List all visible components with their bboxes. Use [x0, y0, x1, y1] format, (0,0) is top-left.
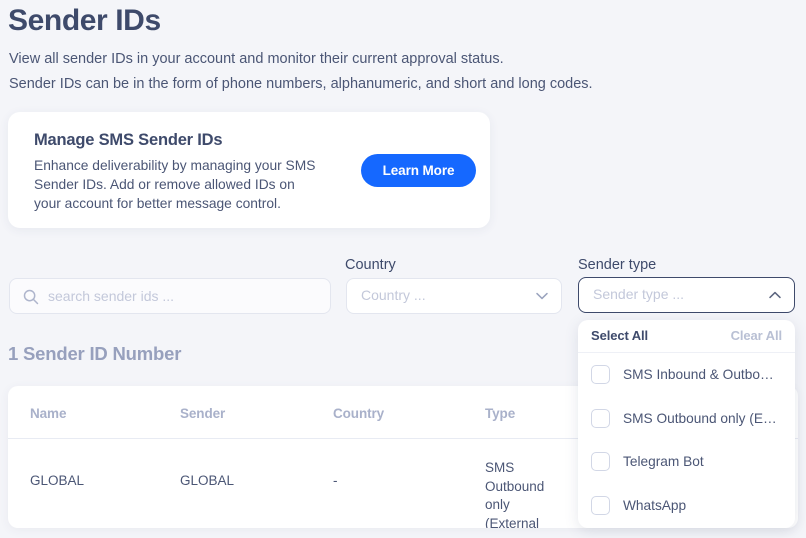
promo-title: Manage SMS Sender IDs [34, 131, 223, 149]
page-subtitle-line-2: Sender IDs can be in the form of phone n… [9, 76, 593, 92]
dropdown-option[interactable]: SMS Inbound & Outbound [578, 353, 795, 397]
page-subtitle-line-1: View all sender IDs in your account and … [9, 51, 504, 67]
option-checkbox[interactable] [591, 495, 610, 515]
dropdown-option[interactable]: WhatsApp [578, 484, 795, 528]
dropdown-option[interactable]: SMS Outbound only (Ext… [578, 397, 795, 441]
learn-more-button[interactable]: Learn More [361, 154, 476, 187]
sender-type-field-label: Sender type [578, 257, 657, 273]
sender-type-dropdown: Select All Clear All SMS Inbound & Outbo… [578, 320, 795, 528]
dropdown-option-list: SMS Inbound & Outbound SMS Outbound only … [578, 353, 795, 527]
result-count: 1 Sender ID Number [8, 343, 182, 364]
chevron-up-icon [769, 291, 781, 299]
sender-type-select-value: Sender type ... [593, 286, 685, 302]
table-column-header: Type [485, 406, 516, 421]
table-cell-type: SMS Outbound only (External number) [485, 460, 545, 528]
chevron-down-icon [536, 292, 548, 300]
option-label: WhatsApp [623, 497, 687, 513]
country-field-label: Country [345, 257, 396, 273]
dropdown-actions: Select All Clear All [578, 320, 795, 353]
clear-all-button[interactable]: Clear All [731, 328, 782, 343]
table-cell-country: - [333, 473, 338, 488]
page-title: Sender IDs [8, 4, 161, 37]
option-checkbox[interactable] [591, 408, 610, 428]
search-icon [23, 289, 39, 305]
table-column-header: Sender [180, 406, 226, 421]
promo-banner: Manage SMS Sender IDs Enhance deliverabi… [8, 112, 490, 228]
search-input[interactable] [48, 279, 324, 313]
sender-type-select[interactable]: Sender type ... [578, 277, 795, 313]
table-column-header: Country [333, 406, 385, 421]
select-all-button[interactable]: Select All [591, 328, 648, 343]
option-label: SMS Outbound only (Ext… [623, 410, 781, 426]
option-checkbox[interactable] [591, 365, 610, 385]
option-label: Telegram Bot [623, 454, 704, 470]
option-checkbox[interactable] [591, 452, 610, 472]
table-cell-name: GLOBAL [30, 473, 85, 488]
country-select-value: Country ... [361, 287, 426, 303]
dropdown-option[interactable]: Telegram Bot [578, 440, 795, 484]
country-select[interactable]: Country ... [346, 278, 562, 314]
search-field[interactable] [9, 278, 331, 314]
option-label: SMS Inbound & Outbound [623, 367, 781, 383]
promo-description: Enhance deliverability by managing your … [34, 158, 316, 211]
table-cell-sender: GLOBAL [180, 473, 235, 488]
table-column-header: Name [30, 406, 67, 421]
